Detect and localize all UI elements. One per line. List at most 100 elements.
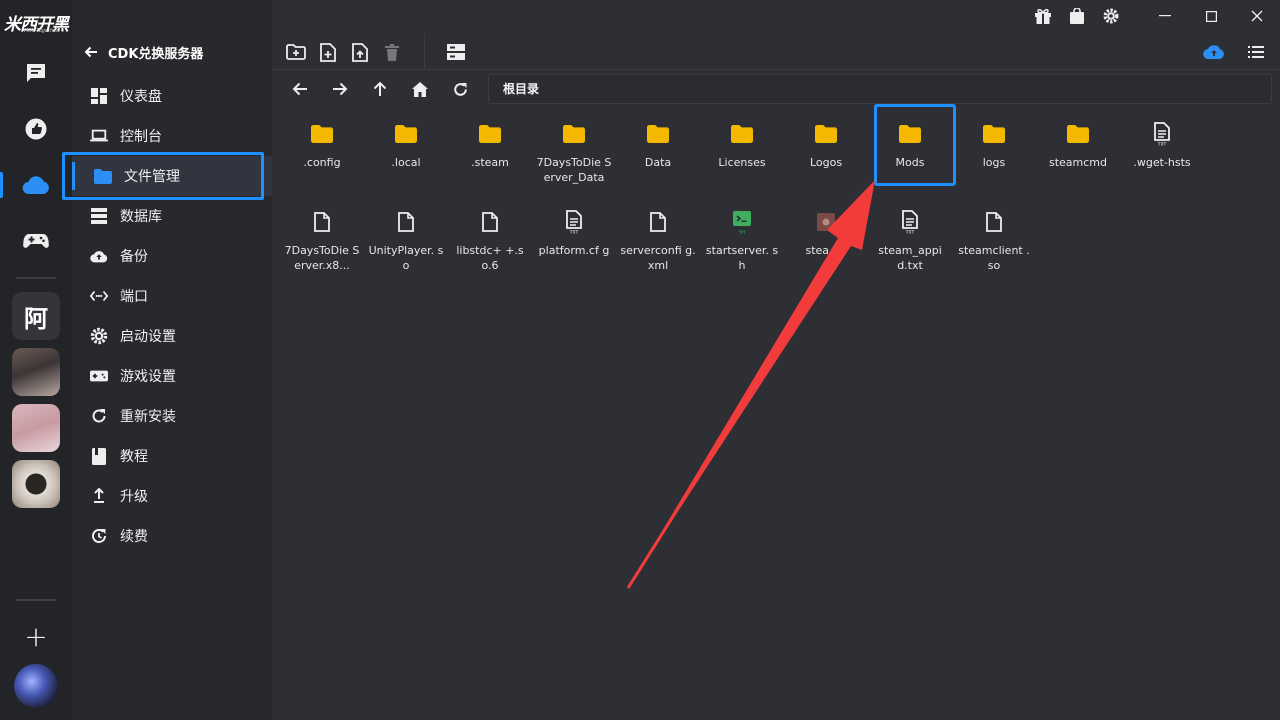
list-view-icon[interactable]: [1244, 40, 1268, 64]
folder-item[interactable]: 7DaysToDie Server_Data: [532, 112, 616, 196]
file-item[interactable]: steamclient .so: [952, 200, 1036, 284]
gamepad-icon[interactable]: [22, 227, 50, 255]
thumb-icon[interactable]: [22, 115, 50, 143]
sidebar-item-label: 文件管理: [124, 169, 180, 185]
sidebar-item-console[interactable]: 控制台: [72, 116, 272, 156]
sidebar-item-port[interactable]: 端口: [72, 276, 272, 316]
file-item[interactable]: UnityPlayer. so: [364, 200, 448, 284]
file-name: 7DaysToDie Server.x8...: [284, 244, 360, 272]
upload-file-icon[interactable]: [348, 40, 372, 64]
sidebar-nav: 仪表盘 控制台 文件管理 数据库 备份 端口 启动设置 游戏设置 重新安装 教程…: [62, 76, 272, 556]
file-item[interactable]: TXT steam_appi d.txt: [868, 200, 952, 284]
cloud-sync-icon[interactable]: [1202, 40, 1226, 64]
sidebar-item-label: 升级: [120, 489, 148, 505]
file-item[interactable]: stea...g: [784, 200, 868, 284]
sidebar-item-game-settings[interactable]: 游戏设置: [72, 356, 272, 396]
folder-item[interactable]: Mods: [868, 112, 952, 196]
rail-divider: [16, 277, 56, 279]
svg-text:TXT: TXT: [905, 230, 915, 235]
server-avatar-2[interactable]: [12, 404, 60, 452]
folder-item[interactable]: Logos: [784, 112, 868, 196]
server-avatar-3[interactable]: [12, 460, 60, 508]
sidebar-item-upgrade[interactable]: 升级: [72, 476, 272, 516]
file-name: steamclient .so: [958, 244, 1030, 272]
server-avatar-text[interactable]: 阿: [12, 292, 60, 340]
sidebar-item-tutorial[interactable]: 教程: [72, 436, 272, 476]
app-logo: 米西开黑 MIXI Together: [4, 10, 69, 38]
home-icon[interactable]: [408, 77, 432, 101]
file-item[interactable]: SH startserver. sh: [700, 200, 784, 284]
file-item[interactable]: serverconfi g.xml: [616, 200, 700, 284]
dashboard-icon: [90, 87, 108, 105]
sidebar-item-label: 重新安装: [120, 409, 176, 425]
folder-item[interactable]: logs: [952, 112, 1036, 196]
gamepad-icon: [90, 367, 108, 385]
refresh-icon[interactable]: [448, 77, 472, 101]
file-item[interactable]: TXT platform.cf g: [532, 200, 616, 284]
folder-item[interactable]: Licenses: [700, 112, 784, 196]
text-file-icon: TXT: [901, 210, 919, 234]
sidebar-item-file-manager[interactable]: 文件管理: [62, 152, 272, 200]
close-button[interactable]: [1234, 0, 1280, 32]
text-file-icon: TXT: [1153, 122, 1171, 146]
forward-arrow-icon[interactable]: [328, 77, 352, 101]
new-folder-icon[interactable]: [284, 40, 308, 64]
gear-icon: [90, 327, 108, 345]
settings-gear-icon[interactable]: [1094, 0, 1128, 32]
server-icon[interactable]: [444, 40, 468, 64]
sidebar-item-renew[interactable]: 续费: [72, 516, 272, 556]
cloud-icon[interactable]: [22, 171, 50, 199]
back-arrow-icon[interactable]: [288, 77, 312, 101]
back-button[interactable]: CDK兑换服务器: [84, 40, 203, 64]
file-item[interactable]: 7DaysToDie Server.x8...: [280, 200, 364, 284]
sidebar-item-label: 游戏设置: [120, 369, 176, 385]
folder-icon: [983, 122, 1005, 146]
folder-icon: [563, 122, 585, 146]
refresh-icon: [90, 407, 108, 425]
file-item[interactable]: TXT .wget-hsts: [1120, 112, 1204, 196]
folder-icon: [479, 122, 501, 146]
cloud-upload-icon: [90, 247, 108, 265]
folder-icon: [731, 122, 753, 146]
new-file-icon[interactable]: [316, 40, 340, 64]
folder-item[interactable]: .local: [364, 112, 448, 196]
file-icon: [986, 210, 1002, 234]
add-server-button[interactable]: +: [22, 620, 50, 653]
minimize-button[interactable]: [1142, 0, 1188, 32]
upgrade-icon: [90, 487, 108, 505]
sidebar-item-database[interactable]: 数据库: [72, 196, 272, 236]
sidebar-item-launch-settings[interactable]: 启动设置: [72, 316, 272, 356]
folder-icon: [311, 122, 333, 146]
sidebar-item-label: 数据库: [120, 209, 162, 225]
renew-icon: [90, 527, 108, 545]
laptop-icon: [90, 127, 108, 145]
file-icon: [650, 210, 666, 234]
port-icon: [90, 287, 108, 305]
up-arrow-icon[interactable]: [368, 77, 392, 101]
shopping-bag-icon[interactable]: [1060, 0, 1094, 32]
arrow-left-icon: [84, 46, 97, 58]
folder-icon: [395, 122, 417, 146]
server-avatar-1[interactable]: [12, 348, 60, 396]
file-manager-panel: 根目录 .config .local .steam 7DaysToDie Server…: [272, 0, 1280, 720]
gift-icon[interactable]: [1026, 0, 1060, 32]
sidebar-item-reinstall[interactable]: 重新安装: [72, 396, 272, 436]
folder-item[interactable]: Data: [616, 112, 700, 196]
file-item[interactable]: libstdc+ +.so.6: [448, 200, 532, 284]
folder-item[interactable]: .config: [280, 112, 364, 196]
sidebar-item-dashboard[interactable]: 仪表盘: [72, 76, 272, 116]
rail-active-indicator: [0, 172, 3, 198]
folder-item[interactable]: .steam: [448, 112, 532, 196]
path-breadcrumb[interactable]: 根目录: [488, 74, 1272, 104]
maximize-button[interactable]: [1188, 0, 1234, 32]
server-name: CDK兑换服务器: [108, 46, 204, 62]
folder-icon: [1067, 122, 1089, 146]
user-avatar[interactable]: [14, 664, 58, 708]
chat-icon[interactable]: [22, 59, 50, 87]
file-name: UnityPlayer. so: [368, 244, 444, 272]
folder-item[interactable]: steamcmd: [1036, 112, 1120, 196]
file-name: 7DaysToDie Server_Data: [536, 156, 612, 184]
delete-icon[interactable]: [380, 40, 404, 64]
sidebar-item-backup[interactable]: 备份: [72, 236, 272, 276]
sidebar-item-label: 启动设置: [120, 329, 176, 345]
